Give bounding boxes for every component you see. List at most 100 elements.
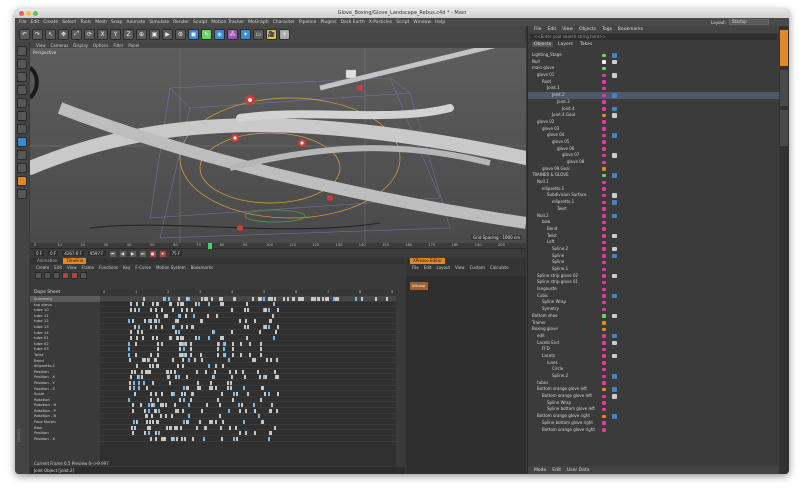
keyframe[interactable] (183, 341, 185, 346)
keyframe[interactable] (252, 296, 254, 301)
object-row[interactable]: Subdivision Surface (528, 192, 780, 199)
keyframe[interactable] (228, 408, 230, 413)
keyframe[interactable] (231, 375, 233, 380)
tab-timeline[interactable]: Timeline (63, 258, 87, 264)
object-layer-swatch[interactable] (602, 307, 606, 312)
keyframe[interactable] (327, 296, 329, 301)
xpresso-menu-file[interactable]: File (412, 265, 419, 270)
keyframe[interactable] (130, 330, 132, 335)
object-row[interactable]: tubes (528, 380, 780, 387)
keyframe[interactable] (166, 369, 168, 374)
viewport-menu-filter[interactable]: Filter (113, 43, 123, 48)
menu-pipeline[interactable]: Pipeline (299, 20, 317, 25)
keyframe[interactable] (136, 302, 138, 307)
keyframe[interactable] (244, 375, 246, 380)
keyframe[interactable] (188, 414, 190, 419)
keyframe[interactable] (148, 408, 150, 413)
menu-help[interactable]: Help (435, 20, 445, 25)
keyframe[interactable] (222, 336, 224, 340)
keyframe[interactable] (131, 369, 133, 374)
object-row[interactable]: Spline strip glove 01 (528, 279, 780, 286)
keyframe[interactable] (128, 319, 130, 324)
keyframe[interactable] (208, 302, 210, 307)
keyframe[interactable] (219, 414, 221, 419)
keyframe[interactable] (175, 330, 177, 335)
keyframe[interactable] (131, 425, 133, 430)
keyframe[interactable] (213, 375, 215, 380)
keyframe[interactable] (174, 369, 176, 374)
xpresso-menu-view[interactable]: View (455, 265, 465, 270)
keyframe[interactable] (158, 319, 160, 324)
keyframe[interactable] (190, 352, 192, 357)
keyframe[interactable] (236, 392, 238, 396)
keyframe[interactable] (322, 296, 324, 301)
keyframe[interactable] (274, 369, 276, 374)
keyframe[interactable] (210, 386, 212, 391)
keyframe[interactable] (198, 302, 200, 307)
timeline-menu-bookmarks[interactable]: Bookmarks (191, 265, 213, 270)
keyframe[interactable] (150, 319, 152, 324)
keyframe[interactable] (191, 308, 193, 312)
keyframe[interactable] (200, 352, 202, 357)
keyframe[interactable] (155, 392, 157, 396)
keyframe[interactable] (185, 341, 187, 346)
object-layer-swatch[interactable] (602, 220, 606, 225)
keyframe[interactable] (188, 358, 190, 363)
object-row[interactable]: main glove (528, 65, 780, 72)
object-row[interactable]: Bottom orange glove left (528, 393, 780, 400)
object-layer-swatch[interactable] (602, 234, 606, 238)
keyframe[interactable] (170, 302, 172, 307)
menu-edit[interactable]: Edit (31, 20, 40, 25)
keyframe[interactable] (182, 358, 184, 363)
keyframe[interactable] (277, 392, 279, 396)
object-row[interactable]: glove 01 (528, 72, 780, 79)
timeline-field[interactable]: 4267.6 F (62, 251, 84, 256)
object-tag-icon[interactable] (612, 106, 617, 111)
object-tag-icon[interactable] (612, 333, 617, 339)
keyframe[interactable] (160, 403, 162, 408)
current-frame-field[interactable]: 75 F (169, 251, 183, 256)
keyframe[interactable] (201, 319, 203, 324)
keyframe[interactable] (183, 386, 185, 391)
object-layer-swatch[interactable] (602, 354, 606, 358)
keyframe[interactable] (180, 425, 182, 430)
keyframe[interactable] (136, 364, 138, 368)
xpresso-menu-edit[interactable]: Edit (424, 265, 432, 270)
keyframe[interactable] (254, 408, 256, 413)
object-layer-swatch[interactable] (602, 287, 606, 292)
deformer-icon[interactable]: ✦ (240, 28, 251, 40)
keyframe[interactable] (247, 392, 249, 396)
render-settings-icon[interactable]: ⚙ (175, 28, 186, 40)
attributes-menu-edit[interactable]: Edit (552, 468, 561, 473)
object-layer-swatch[interactable] (602, 100, 606, 104)
xpresso-menu-custom[interactable]: Custom (470, 265, 485, 270)
object-row[interactable]: Cubic (528, 293, 780, 300)
keyframe[interactable] (136, 420, 138, 424)
object-layer-swatch[interactable] (602, 401, 606, 405)
keyframe[interactable] (146, 420, 148, 424)
object-row[interactable]: langouste (528, 286, 780, 293)
keyframe[interactable] (178, 375, 180, 380)
keyframe[interactable] (173, 324, 175, 329)
timeline-menu-frame[interactable]: Frame (82, 265, 94, 270)
keyframe[interactable] (157, 352, 159, 357)
keyframe[interactable] (238, 403, 240, 408)
viewport-menu-view[interactable]: View (36, 43, 46, 48)
keyframe[interactable] (173, 436, 175, 441)
keyframe[interactable] (158, 408, 160, 413)
keyframe[interactable] (264, 308, 266, 312)
keyframe[interactable] (261, 386, 263, 391)
keyframe[interactable] (128, 347, 130, 352)
keyframe[interactable] (192, 392, 194, 396)
keyframe[interactable] (264, 392, 266, 396)
keyframe[interactable] (181, 324, 183, 329)
key-tool-icon[interactable] (35, 271, 42, 279)
keyframe[interactable] (182, 336, 184, 340)
keyframe[interactable] (260, 352, 262, 357)
viewport-3d[interactable]: Perspective Grid Spacing : 1000 cm (30, 48, 526, 243)
camera-icon[interactable]: 🎥 (266, 28, 277, 40)
keyframe[interactable] (138, 380, 140, 385)
keyframe[interactable] (277, 324, 279, 329)
cube-icon[interactable]: ◼ (188, 28, 199, 40)
keyframe[interactable] (172, 308, 174, 312)
